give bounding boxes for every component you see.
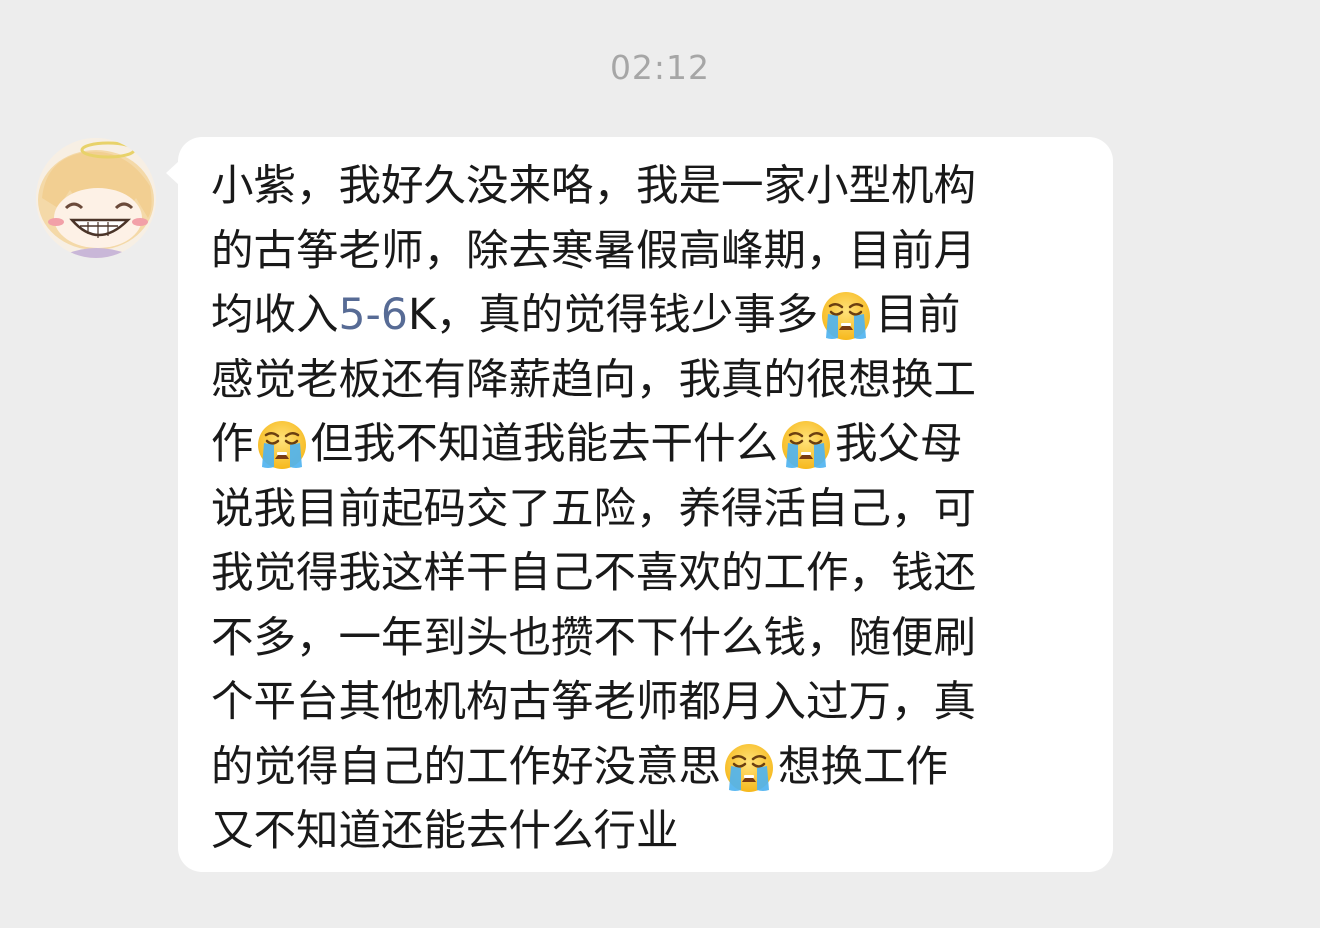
message-line: 的觉得自己的工作好没意思 想换工作 — [211, 736, 1113, 801]
message-text-span: 目前 — [875, 291, 961, 340]
message-line: 作 但我不知道我能去干什么 我父母 — [211, 413, 1113, 478]
message-line: 的古筝老师，除去寒暑假高峰期，目前月 — [211, 220, 1113, 285]
message-text-span: 均收入 — [211, 291, 339, 340]
cartoon-angel-avatar-icon — [36, 138, 156, 258]
message-text-span: 想换工作 — [778, 742, 949, 792]
message-line: 我觉得我这样干自己不喜欢的工作，钱还 — [211, 542, 1113, 607]
message-line: 小紫，我好久没来咯，我是一家小型机构 — [211, 155, 1113, 220]
sender-avatar[interactable] — [36, 138, 156, 258]
message-text-span: 我父母 — [835, 420, 963, 469]
loudly-crying-face-icon — [256, 419, 308, 471]
bubble-tail — [166, 161, 179, 185]
loudly-crying-face-icon — [723, 742, 775, 794]
message-text-span: 不多，一年到头也攒不下什么钱，随便刷 — [211, 613, 977, 663]
message-text: 小紫，我好久没来咯，我是一家小型机构 的古筝老师，除去寒暑假高峰期，目前月 均收入 5… — [211, 155, 1113, 865]
loudly-crying-face-icon — [780, 419, 832, 471]
message-line: 均收入 5-6 K，真的觉得钱少事多 目前 — [211, 284, 1113, 349]
message-text-span: K，真的觉得钱少事多 — [407, 291, 819, 340]
message-text-span: 感觉老板还有降薪趋向，我真的很想换工 — [211, 355, 977, 405]
message-text-span: 作 — [211, 420, 254, 469]
message-bubble[interactable]: 小紫，我好久没来咯，我是一家小型机构 的古筝老师，除去寒暑假高峰期，目前月 均收入 5… — [166, 137, 1113, 872]
message-text-span: 说我目前起码交了五险，养得活自己，可 — [211, 484, 977, 534]
message-line: 说我目前起码交了五险，养得活自己，可 — [211, 478, 1113, 543]
message-text-span: 小紫，我好久没来咯，我是一家小型机构 — [211, 162, 977, 211]
message-text-span: 但我不知道我能去干什么 — [310, 420, 779, 469]
message-text-span: 的觉得自己的工作好没意思 — [211, 742, 722, 792]
message-text-span: 我觉得我这样干自己不喜欢的工作，钱还 — [211, 549, 977, 598]
message-timestamp: 02:12 — [609, 48, 711, 87]
loudly-crying-face-icon — [820, 290, 872, 342]
message-text-span: 的古筝老师，除去寒暑假高峰期，目前月 — [211, 226, 977, 276]
message-text-span: 又不知道还能去什么行业 — [211, 807, 679, 856]
message-line: 感觉老板还有降薪趋向，我真的很想换工 — [211, 349, 1113, 414]
salary-range-link[interactable]: 5-6 — [339, 284, 408, 349]
message-line: 又不知道还能去什么行业 — [211, 800, 1113, 865]
message-line: 个平台其他机构古筝老师都月入过万，真 — [211, 671, 1113, 736]
message-line: 不多，一年到头也攒不下什么钱，随便刷 — [211, 607, 1113, 672]
message-text-span: 个平台其他机构古筝老师都月入过万，真 — [211, 678, 977, 727]
